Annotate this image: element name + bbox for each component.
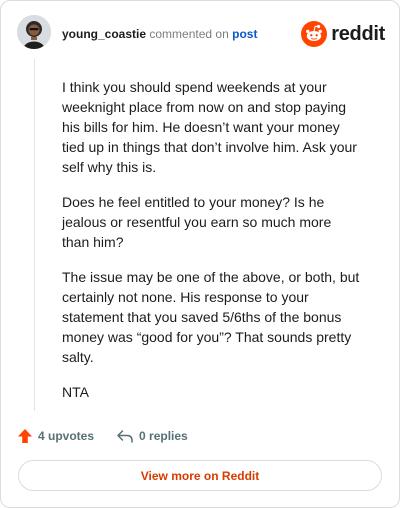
comment-body: I think you should spend weekends at you… bbox=[62, 77, 362, 417]
reddit-logo[interactable]: reddit bbox=[301, 21, 385, 47]
comment-paragraph: NTA bbox=[62, 384, 89, 400]
reddit-alien-icon bbox=[301, 21, 328, 47]
comment-paragraph: Does he feel entitled to your money? Is … bbox=[62, 194, 332, 250]
upvote-arrow-icon bbox=[18, 429, 32, 443]
action-text: commented on bbox=[149, 27, 229, 41]
reply-arrow-icon bbox=[117, 430, 133, 443]
thread-line bbox=[34, 59, 35, 411]
comment-paragraph: I think you should spend weekends at you… bbox=[62, 79, 357, 175]
reply-count: 0 replies bbox=[139, 429, 188, 443]
comment-actions: 4 upvotes 0 replies bbox=[17, 425, 188, 447]
upvote-count: 4 upvotes bbox=[38, 429, 95, 443]
view-more-button[interactable]: View more on Reddit bbox=[18, 460, 382, 491]
reddit-wordmark: reddit bbox=[331, 22, 385, 45]
comment-paragraph: The issue may be one of the above, or bo… bbox=[62, 269, 360, 365]
replies-button[interactable]: 0 replies bbox=[116, 428, 188, 444]
comment-byline: young_coastie commented on post bbox=[62, 27, 257, 41]
username-link[interactable]: young_coastie bbox=[62, 27, 146, 41]
upvote-button[interactable]: 4 upvotes bbox=[17, 428, 94, 444]
comment-embed-card: young_coastie commented on post reddit I… bbox=[0, 0, 400, 508]
avatar-icon bbox=[17, 15, 51, 49]
post-link[interactable]: post bbox=[232, 27, 257, 41]
user-avatar[interactable] bbox=[17, 15, 51, 49]
comment-header: young_coastie commented on post reddit bbox=[17, 15, 385, 51]
